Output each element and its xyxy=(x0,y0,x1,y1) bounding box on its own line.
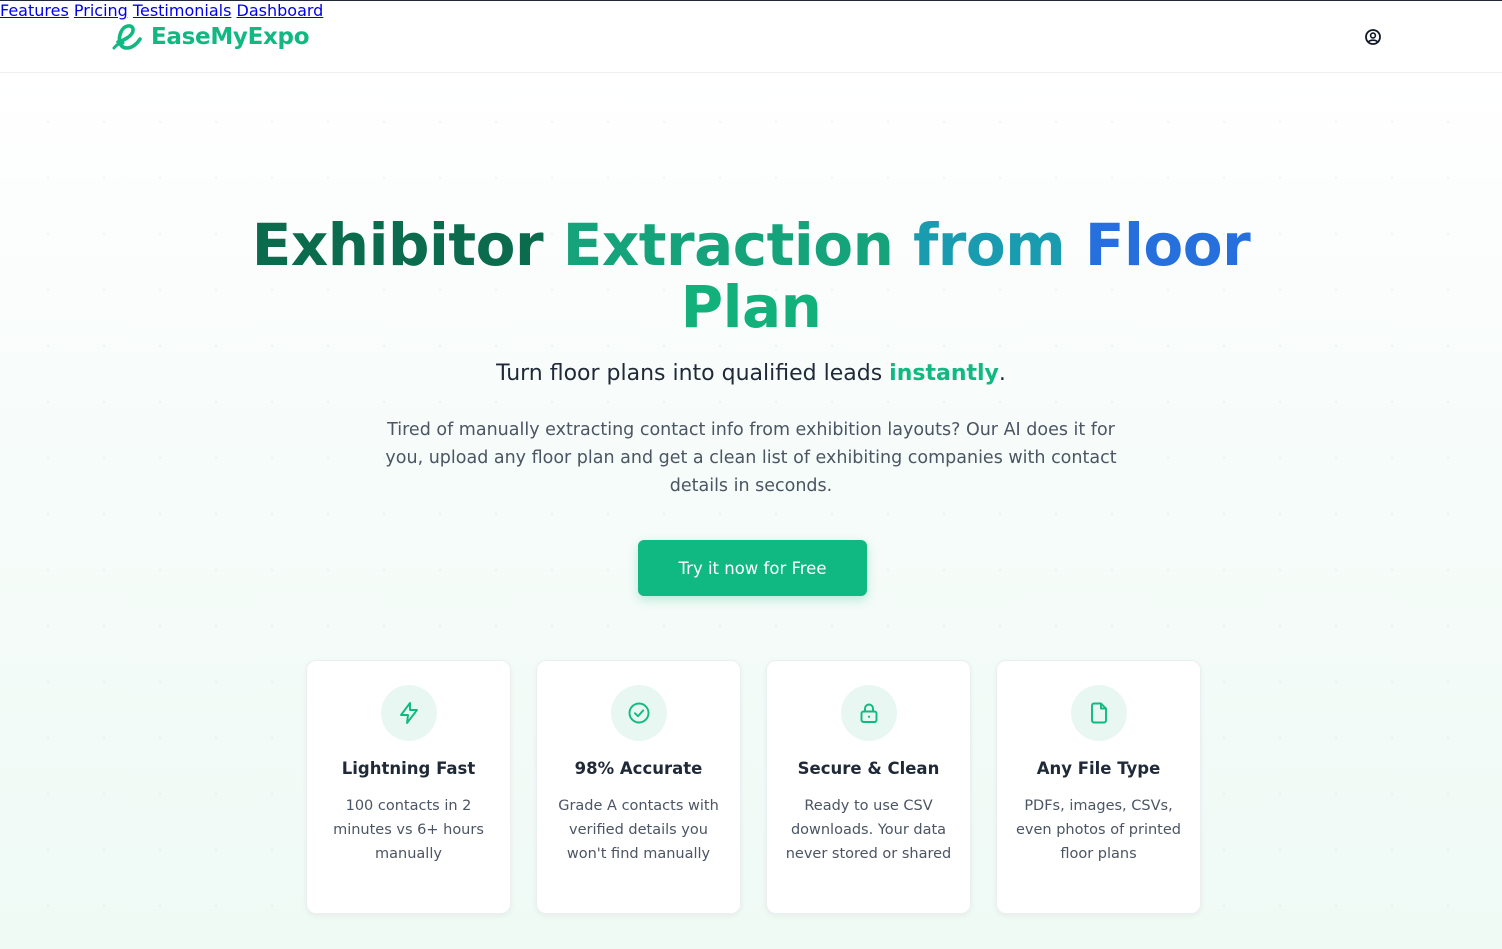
feature-title: 98% Accurate xyxy=(574,759,703,778)
logo-e-icon xyxy=(112,24,142,50)
hero-section: Exhibitor Extraction from Floor Plan Tur… xyxy=(0,74,1502,949)
subtitle-prefix: Turn floor plans into qualified leads xyxy=(496,361,890,386)
main-nav: Features Pricing Testimonials Dashboard xyxy=(0,1,1502,20)
lightning-icon xyxy=(400,702,418,724)
feature-description: Grade A contacts with verified details y… xyxy=(558,798,719,862)
feature-card-accurate: 98% Accurate Grade A contacts with verif… xyxy=(536,660,741,914)
hero-description: Tired of manually extracting contact inf… xyxy=(385,420,1117,496)
brand-name: EaseMyExpo xyxy=(151,24,310,50)
feature-description: 100 contacts in 2 minutes vs 6+ hours ma… xyxy=(333,798,484,862)
title-word-5: Plan xyxy=(680,273,822,341)
dot-pattern-background xyxy=(0,74,1502,949)
site-header: EaseMyExpo Features Pricing Testimonials… xyxy=(0,1,1502,73)
feature-description: Ready to use CSV downloads. Your data ne… xyxy=(785,798,952,862)
feature-card-secure: Secure & Clean Ready to use CSV download… xyxy=(766,660,971,914)
subtitle-highlight: instantly xyxy=(889,361,999,386)
user-circle-icon[interactable] xyxy=(1363,27,1383,47)
hero-subtitle: Turn floor plans into qualified leads in… xyxy=(0,361,1502,386)
feature-title: Any File Type xyxy=(1036,759,1161,778)
nav-testimonials[interactable]: Testimonials xyxy=(133,1,232,20)
feature-icon-badge xyxy=(1071,685,1127,741)
title-word-3: from xyxy=(913,211,1066,279)
lock-icon xyxy=(860,703,878,723)
try-free-button[interactable]: Try it now for Free xyxy=(638,540,867,596)
hero-title: Exhibitor Extraction from Floor Plan xyxy=(0,214,1502,338)
feature-card-lightning-fast: Lightning Fast 100 contacts in 2 minutes… xyxy=(306,660,511,914)
nav-pricing[interactable]: Pricing xyxy=(74,1,128,20)
subtitle-suffix: . xyxy=(998,361,1006,386)
title-word-4: Floor xyxy=(1084,211,1251,279)
title-word-2: Extraction xyxy=(562,211,894,279)
feature-description: PDFs, images, CSVs, even photos of print… xyxy=(1016,798,1181,862)
nav-features[interactable]: Features xyxy=(0,1,69,20)
feature-icon-badge xyxy=(841,685,897,741)
feature-card-file-type: Any File Type PDFs, images, CSVs, even p… xyxy=(996,660,1201,914)
feature-icon-badge xyxy=(611,685,667,741)
nav-dashboard[interactable]: Dashboard xyxy=(237,1,324,20)
feature-icon-badge xyxy=(381,685,437,741)
title-word-1: Exhibitor xyxy=(251,211,544,279)
brand-logo[interactable]: EaseMyExpo xyxy=(112,22,310,52)
check-circle-icon xyxy=(628,702,650,724)
feature-title: Secure & Clean xyxy=(797,759,940,778)
feature-title: Lightning Fast xyxy=(341,759,476,778)
file-icon xyxy=(1091,702,1107,724)
